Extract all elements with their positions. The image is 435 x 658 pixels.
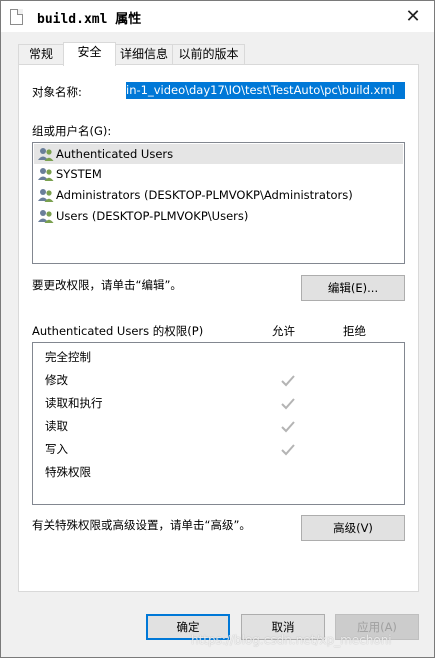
deny-column-header: 拒绝: [343, 324, 366, 338]
check-icon: [281, 375, 295, 387]
permissions-list: 完全控制 修改 读取和执行 读取 写入 特殊权限: [32, 342, 405, 505]
tab-details[interactable]: 详细信息: [115, 44, 173, 65]
group-user-list[interactable]: Authenticated Users SYSTEM Administrator…: [32, 142, 405, 264]
users-icon: [38, 210, 54, 223]
users-icon: [38, 148, 54, 161]
watermark: https://blog.csdn.net/xp_mechoni: [191, 633, 392, 647]
check-icon: [281, 444, 295, 456]
check-icon: [281, 398, 295, 410]
allow-column-header: 允许: [272, 324, 295, 338]
properties-dialog: build.xml 属性 ✕ 常规 安全 详细信息 以前的版本 对象名称: in…: [0, 0, 435, 658]
list-item[interactable]: Authenticated Users: [34, 144, 403, 164]
window-title: build.xml 属性: [37, 12, 142, 27]
permission-row: 特殊权限: [45, 465, 91, 479]
advanced-button[interactable]: 高级(V): [301, 515, 405, 541]
object-name-value[interactable]: in-1_video\day17\IO\test\TestAuto\pc\bui…: [126, 82, 405, 99]
list-item[interactable]: SYSTEM: [34, 164, 403, 184]
object-path-text: in-1_video\day17\IO\test\TestAuto\pc\bui…: [126, 83, 395, 97]
list-item-label: SYSTEM: [56, 167, 102, 181]
permission-row: 写入: [45, 442, 68, 456]
close-icon[interactable]: ✕: [402, 6, 424, 28]
group-user-label: 组或用户名(G):: [32, 124, 112, 138]
users-icon: [38, 168, 54, 181]
permission-row: 完全控制: [45, 350, 91, 364]
tab-security[interactable]: 安全: [63, 42, 116, 66]
title-bar: build.xml 属性 ✕: [1, 1, 434, 32]
advanced-hint: 有关特殊权限或高级设置，请单击“高级”。: [32, 518, 251, 532]
tab-previous-versions[interactable]: 以前的版本: [172, 44, 245, 65]
list-item-label: Administrators (DESKTOP-PLMVOKP\Administ…: [56, 188, 353, 202]
list-item-label: Users (DESKTOP-PLMVOKP\Users): [56, 209, 249, 223]
list-item-label: Authenticated Users: [56, 147, 174, 161]
list-item[interactable]: Administrators (DESKTOP-PLMVOKP\Administ…: [34, 185, 403, 205]
permission-row: 读取和执行: [45, 396, 103, 410]
edit-button[interactable]: 编辑(E)...: [301, 275, 405, 301]
permission-row: 修改: [45, 373, 68, 387]
users-icon: [38, 189, 54, 202]
change-permissions-hint: 要更改权限，请单击“编辑”。: [32, 278, 182, 292]
file-icon: [10, 9, 23, 25]
security-panel: 对象名称: in-1_video\day17\IO\test\TestAuto\…: [18, 64, 419, 592]
check-icon: [281, 421, 295, 433]
tab-general[interactable]: 常规: [18, 44, 64, 65]
permissions-title: Authenticated Users 的权限(P): [32, 324, 204, 338]
list-item[interactable]: Users (DESKTOP-PLMVOKP\Users): [34, 206, 403, 226]
permission-row: 读取: [45, 419, 68, 433]
object-name-label: 对象名称:: [32, 85, 82, 99]
